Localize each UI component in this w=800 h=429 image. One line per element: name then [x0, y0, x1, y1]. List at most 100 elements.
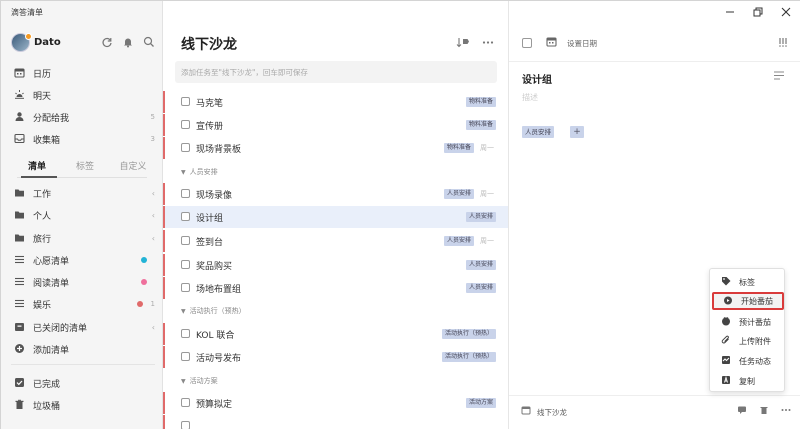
- task-tag[interactable]: 物料准备: [443, 143, 474, 153]
- menu-item-copy[interactable]: 复制: [712, 372, 784, 390]
- task-title[interactable]: 现场录像: [196, 188, 232, 201]
- task-title[interactable]: 奖品购买: [196, 259, 232, 272]
- task-row-selected[interactable]: 设计组 人员安排: [163, 206, 508, 228]
- trash-icon[interactable]: [759, 405, 769, 418]
- calendar-icon[interactable]: [546, 36, 557, 50]
- footer-list-name[interactable]: 线下沙龙: [537, 407, 567, 418]
- priority-flag-icon[interactable]: [778, 37, 788, 50]
- collapse-arrow-icon[interactable]: ▼: [181, 308, 186, 315]
- chevron-left-icon[interactable]: ‹: [152, 323, 155, 332]
- task-checkbox[interactable]: [181, 236, 190, 245]
- more-icon[interactable]: [781, 405, 791, 418]
- task-tag[interactable]: 人员安排: [443, 236, 474, 246]
- sidebar-item-entertainment[interactable]: 娱乐 1: [13, 295, 155, 313]
- sidebar-item-wishlist[interactable]: 心愿清单: [13, 251, 155, 269]
- task-checkbox[interactable]: [181, 212, 190, 221]
- sidebar-item-reading-list[interactable]: 阅读清单: [13, 273, 155, 291]
- sidebar-item-inbox[interactable]: 收集箱 3: [13, 130, 155, 148]
- text-format-icon[interactable]: [774, 71, 784, 83]
- set-date-button[interactable]: 设置日期: [567, 38, 597, 49]
- sidebar-item-closed-lists[interactable]: 已关闭的清单 ‹: [13, 318, 155, 336]
- description-field[interactable]: 描述: [522, 92, 538, 103]
- tab-lists[interactable]: 清单: [15, 159, 59, 177]
- detail-task-title[interactable]: 设计组: [522, 71, 552, 86]
- sidebar-item-personal[interactable]: 个人 ‹: [13, 206, 155, 224]
- user-name[interactable]: Dato: [34, 37, 61, 48]
- menu-item-tag[interactable]: 标签: [712, 273, 784, 291]
- minimize-icon[interactable]: [725, 7, 735, 20]
- task-row[interactable]: 宣传册 物料准备: [163, 114, 508, 136]
- avatar[interactable]: [11, 33, 32, 52]
- sidebar-item-travel[interactable]: 旅行 ‹: [13, 229, 155, 247]
- task-tag[interactable]: 物料准备: [465, 120, 496, 130]
- detail-tag[interactable]: 人员安排: [522, 126, 554, 138]
- task-tag[interactable]: 活动方案: [465, 398, 496, 408]
- add-task-input[interactable]: [175, 61, 497, 83]
- task-title[interactable]: 马克笔: [196, 96, 223, 109]
- task-title[interactable]: 场地布置组: [196, 282, 241, 295]
- collapse-arrow-icon[interactable]: ▼: [181, 378, 186, 385]
- task-title[interactable]: 设计组: [196, 211, 223, 224]
- sidebar-item-completed[interactable]: 已完成: [13, 374, 155, 392]
- task-tag[interactable]: 活动执行（预热）: [441, 329, 496, 339]
- task-title[interactable]: 预算拟定: [196, 397, 232, 410]
- section-header[interactable]: ▼ 活动方案: [181, 376, 501, 390]
- task-row[interactable]: 马克笔 物料准备: [163, 91, 508, 113]
- task-row[interactable]: 场地布置组 人员安排: [163, 277, 508, 299]
- task-checkbox[interactable]: [181, 421, 190, 429]
- comment-icon[interactable]: [737, 405, 747, 418]
- task-checkbox[interactable]: [181, 143, 190, 152]
- sort-icon[interactable]: [456, 37, 470, 51]
- task-title[interactable]: 签到台: [196, 235, 223, 248]
- task-checkbox[interactable]: [181, 260, 190, 269]
- task-row[interactable]: 现场录像 人员安排 周一: [163, 183, 508, 205]
- task-checkbox[interactable]: [181, 120, 190, 129]
- tab-custom[interactable]: 自定义: [111, 159, 155, 177]
- menu-item-estimate-pomodoro[interactable]: 预计番茄: [712, 313, 784, 331]
- task-title[interactable]: 现场背景板: [196, 142, 241, 155]
- task-row[interactable]: KOL 联合 活动执行（预热）: [163, 323, 508, 345]
- add-tag-button[interactable]: +: [570, 126, 584, 138]
- menu-item-task-activity[interactable]: 任务动态: [712, 352, 784, 370]
- detail-task-checkbox[interactable]: [522, 38, 532, 48]
- task-row[interactable]: 现场背景板 物料准备 周一: [163, 137, 508, 159]
- sidebar-item-assigned-to-me[interactable]: 分配给我 5: [13, 108, 155, 126]
- sidebar-item-work[interactable]: 工作 ‹: [13, 184, 155, 202]
- task-tag[interactable]: 人员安排: [465, 283, 496, 293]
- task-tag[interactable]: 人员安排: [465, 212, 496, 222]
- task-tag[interactable]: 人员安排: [443, 189, 474, 199]
- sync-icon[interactable]: [101, 36, 113, 48]
- chevron-left-icon[interactable]: ‹: [152, 189, 155, 198]
- add-list-button[interactable]: 添加清单: [13, 340, 155, 358]
- bell-icon[interactable]: [122, 36, 134, 48]
- task-checkbox[interactable]: [181, 352, 190, 361]
- section-header[interactable]: ▼ 活动执行（预热）: [181, 306, 501, 320]
- menu-item-start-pomodoro[interactable]: 开始番茄: [712, 292, 784, 310]
- list-move-icon[interactable]: [521, 405, 531, 418]
- task-tag[interactable]: 物料准备: [465, 97, 496, 107]
- add-task-field[interactable]: [175, 61, 497, 83]
- task-checkbox[interactable]: [181, 329, 190, 338]
- task-tag[interactable]: 人员安排: [465, 260, 496, 270]
- section-header[interactable]: ▼ 人员安排: [181, 167, 501, 181]
- task-title[interactable]: KOL 联合: [196, 328, 234, 341]
- task-checkbox[interactable]: [181, 189, 190, 198]
- sidebar-item-trash[interactable]: 垃圾桶: [13, 396, 155, 414]
- task-checkbox[interactable]: [181, 97, 190, 106]
- search-icon[interactable]: [143, 36, 155, 48]
- task-row[interactable]: 奖品购买 人员安排: [163, 254, 508, 276]
- task-title[interactable]: 宣传册: [196, 119, 223, 132]
- task-title[interactable]: 活动号发布: [196, 351, 241, 364]
- close-icon[interactable]: [781, 7, 791, 20]
- tab-tags[interactable]: 标签: [63, 159, 107, 177]
- collapse-arrow-icon[interactable]: ▼: [181, 169, 186, 176]
- sidebar-item-tomorrow[interactable]: 明天: [13, 86, 155, 104]
- task-row-partial[interactable]: [163, 415, 508, 429]
- restore-icon[interactable]: [753, 7, 763, 20]
- task-tag[interactable]: 活动执行（预热）: [441, 352, 496, 362]
- task-row[interactable]: 签到台 人员安排 周一: [163, 230, 508, 252]
- task-row[interactable]: 预算拟定 活动方案: [163, 392, 508, 414]
- task-row[interactable]: 活动号发布 活动执行（预热）: [163, 346, 508, 368]
- task-checkbox[interactable]: [181, 398, 190, 407]
- menu-item-upload-attachment[interactable]: 上传附件: [712, 332, 784, 350]
